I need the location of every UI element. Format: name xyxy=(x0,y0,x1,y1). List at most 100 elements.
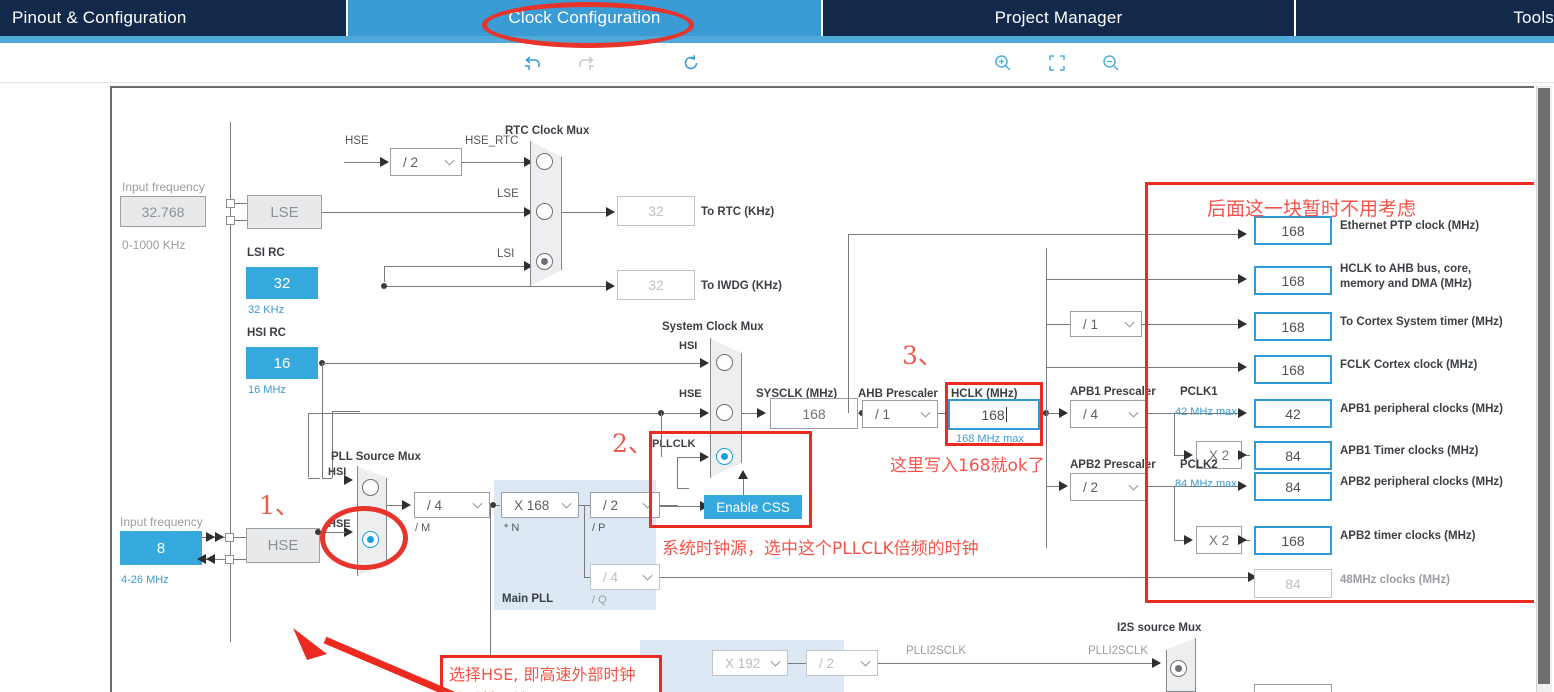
redo-icon[interactable] xyxy=(567,43,607,83)
apb2-prescaler-label: APB2 Prescaler xyxy=(1070,459,1156,471)
hse-block[interactable]: HSE xyxy=(246,528,320,563)
hse-rtc-divider-dropdown[interactable]: / 2 xyxy=(390,148,462,176)
plli2sclk-out-label: PLLI2SCLK xyxy=(906,645,967,657)
dropdown-value: / 2 xyxy=(403,154,419,170)
wire xyxy=(235,220,247,221)
arrow xyxy=(1152,658,1161,668)
pll-m-sub: / M xyxy=(415,522,431,534)
dropdown-value: / 2 xyxy=(1083,479,1099,495)
sysmux-radio-hse[interactable] xyxy=(716,404,733,421)
sysclk-value[interactable]: 168 xyxy=(770,398,858,429)
tab-pinout-configuration[interactable]: Pinout & Configuration xyxy=(0,0,348,36)
ahb-prescaler-dropdown[interactable]: / 1 xyxy=(862,400,938,428)
i2s-output-value[interactable] xyxy=(1254,684,1332,692)
rtc-mux-radio-lse[interactable] xyxy=(536,203,553,220)
wire xyxy=(234,559,246,560)
dropdown-value: / 4 xyxy=(1083,406,1099,422)
rtc-mux-radio-hse-rtc[interactable] xyxy=(536,153,553,170)
plli2sclk-mux-in-label: PLLI2SCLK xyxy=(1088,645,1149,657)
wire xyxy=(462,162,530,163)
wire xyxy=(344,162,384,163)
lse-range-label: 0-1000 KHz xyxy=(122,238,186,252)
clock-tree-canvas[interactable]: Input frequency 32.768 0-1000 KHz LSE HS… xyxy=(110,86,1534,692)
wire xyxy=(322,363,323,478)
dropdown-value: / 4 xyxy=(427,497,443,513)
annotation-step-2: 2、 xyxy=(612,429,653,458)
rtc-mux-radio-lsi[interactable] xyxy=(536,253,553,270)
sysmux-radio-hsi[interactable] xyxy=(716,354,733,371)
pll-q-sub: / Q xyxy=(592,594,607,606)
hsi-rc-value[interactable]: 16 xyxy=(246,347,318,379)
lsi-rc-value[interactable]: 32 xyxy=(246,267,318,299)
annotation-step-3: 3、 xyxy=(902,341,943,370)
wire xyxy=(1046,324,1070,325)
tab-label: Tools xyxy=(1513,8,1554,27)
dropdown-value: / 2 xyxy=(819,655,835,671)
wire xyxy=(332,411,360,412)
tab-clock-configuration[interactable]: Clock Configuration xyxy=(348,0,823,36)
wire-hclk-bus xyxy=(1046,248,1047,548)
zoom-in-icon[interactable] xyxy=(983,43,1023,83)
arrow xyxy=(757,408,766,418)
wire xyxy=(308,478,320,479)
i2s-mux-radio[interactable] xyxy=(1170,660,1187,677)
hse-input-frequency-field[interactable]: 8 xyxy=(120,531,202,565)
wire xyxy=(848,234,849,413)
pll-m-dropdown[interactable]: / 4 xyxy=(414,492,490,518)
scrollbar-thumb[interactable] xyxy=(1538,88,1550,684)
chevron-down-icon xyxy=(770,656,781,667)
chevron-down-icon xyxy=(1124,317,1135,328)
arrow xyxy=(1059,481,1068,491)
dropdown-value: X 168 xyxy=(514,497,550,513)
to-rtc-label: To RTC (KHz) xyxy=(701,206,775,218)
lse-block[interactable]: LSE xyxy=(247,195,322,229)
wire xyxy=(384,266,385,282)
clock-toolbar: Resolve Clock Issues xyxy=(0,43,1554,118)
reset-icon[interactable] xyxy=(671,43,711,83)
wire xyxy=(788,663,806,664)
rtc-clock-mux-title: RTC Clock Mux xyxy=(505,125,590,137)
wire xyxy=(308,413,309,477)
pll-n-dropdown[interactable]: X 168 xyxy=(501,492,579,518)
apb1-prescaler-label: APB1 Prescaler xyxy=(1070,386,1156,398)
pllmux-radio-hsi[interactable] xyxy=(362,479,379,496)
annotation-ellipse-hse-radio xyxy=(320,506,408,570)
undo-icon[interactable] xyxy=(512,43,552,83)
sysmux-hse-label: HSE xyxy=(679,388,702,400)
hsi-rc-title: HSI RC xyxy=(247,327,286,339)
hse-input-frequency-label: Input frequency xyxy=(120,515,203,529)
plli2s-n-dropdown[interactable]: X 192 xyxy=(712,650,788,676)
main-pll-title: Main PLL xyxy=(502,593,554,605)
dropdown-value: / 1 xyxy=(875,406,891,422)
wire xyxy=(234,537,246,538)
dropdown-value: / 4 xyxy=(603,569,619,585)
rtc-mux-lse-label: LSE xyxy=(497,188,519,200)
apb2-prescaler-dropdown[interactable]: / 2 xyxy=(1070,473,1146,501)
sysmux-hsi-label: HSI xyxy=(679,340,698,352)
lse-input-frequency-field[interactable]: 32.768 xyxy=(120,196,206,227)
arrow xyxy=(1059,408,1068,418)
junction-dot xyxy=(381,283,387,289)
arrow xyxy=(206,554,215,564)
lsi-rc-unit: 32 KHz xyxy=(248,304,285,316)
tab-tools[interactable]: Tools xyxy=(1296,0,1554,36)
fit-to-screen-icon[interactable] xyxy=(1037,43,1077,83)
wire xyxy=(322,212,530,213)
chevron-down-icon xyxy=(472,498,483,509)
to-rtc-value[interactable]: 32 xyxy=(617,196,695,226)
chevron-down-icon xyxy=(1128,407,1139,418)
zoom-out-icon[interactable] xyxy=(1091,43,1131,83)
main-tab-bar: Pinout & Configuration Clock Configurati… xyxy=(0,0,1554,36)
annotation-arrow-to-hse-field xyxy=(293,628,456,692)
hse-rtc-input-label: HSE xyxy=(345,135,369,147)
arrow xyxy=(344,475,353,485)
tab-project-manager[interactable]: Project Manager xyxy=(823,0,1296,36)
apb1-prescaler-dropdown[interactable]: / 4 xyxy=(1070,400,1146,428)
pll-q-dropdown[interactable]: / 4 xyxy=(590,564,660,590)
arrow xyxy=(215,532,224,542)
plli2s-r-dropdown[interactable]: / 2 xyxy=(806,650,878,676)
cortex-prescaler-dropdown[interactable]: / 1 xyxy=(1070,311,1142,337)
to-iwdg-value[interactable]: 32 xyxy=(617,270,695,300)
tab-label: Pinout & Configuration xyxy=(12,8,187,27)
wire-plli2sclk xyxy=(878,663,1160,664)
